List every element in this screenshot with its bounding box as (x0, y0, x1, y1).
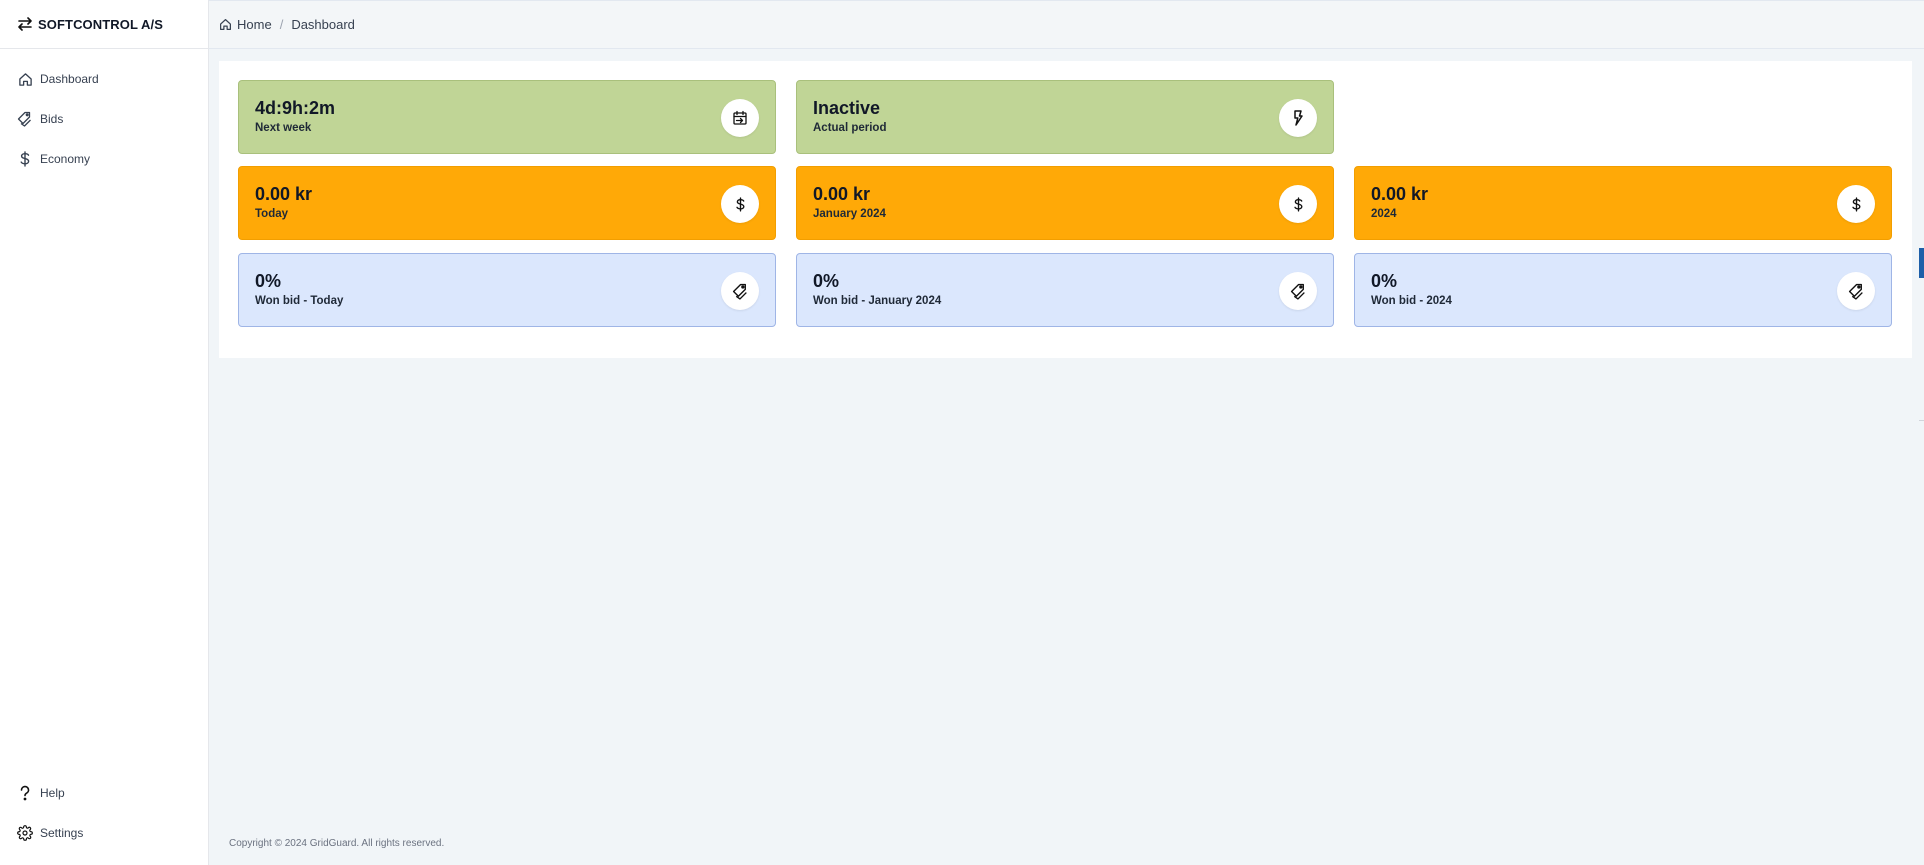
brand-name: SOFTCONTROL A/S (38, 16, 163, 32)
breadcrumb-home[interactable]: Home (219, 17, 272, 32)
card-value: 0.00 kr (1371, 184, 1429, 204)
home-icon (219, 18, 233, 32)
next-week-card: 4d:9h:2m Next week (238, 80, 776, 154)
revenue-year-card: 0.00 kr 2024 (1354, 166, 1892, 240)
breadcrumb-separator: / (279, 17, 284, 32)
sidebar-item-label: Settings (40, 826, 84, 840)
swap-arrows-icon (16, 15, 34, 33)
card-label: January 2024 (813, 208, 886, 220)
card-label: Won bid - Today (255, 295, 344, 307)
dollar-icon[interactable] (1279, 185, 1317, 223)
calendar-arrow-icon[interactable] (721, 99, 759, 137)
sidebar-nav: Dashboard Bids Economy (0, 49, 208, 179)
sidebar-item-bids[interactable]: Bids (0, 99, 208, 139)
card-value: 4d:9h:2m (255, 98, 336, 118)
sidebar: SOFTCONTROL A/S Dashboard Bids Economy H… (0, 0, 209, 865)
sidebar-item-help[interactable]: Help (0, 773, 208, 813)
won-bid-year-card: 0% Won bid - 2024 (1354, 253, 1892, 327)
tag-icon[interactable] (721, 272, 759, 310)
card-value: 0% (1371, 271, 1398, 291)
sidebar-item-label: Help (40, 786, 65, 800)
sidebar-item-label: Bids (40, 112, 64, 126)
breadcrumb-home-label: Home (237, 17, 272, 32)
side-feedback-tab[interactable] (1919, 248, 1924, 278)
card-label: Won bid - January 2024 (813, 295, 942, 307)
question-icon (16, 784, 34, 802)
won-bid-month-card: 0% Won bid - January 2024 (796, 253, 1334, 327)
revenue-today-card: 0.00 kr Today (238, 166, 776, 240)
actual-period-card: Inactive Actual period (796, 80, 1334, 154)
sidebar-item-dashboard[interactable]: Dashboard (0, 59, 208, 99)
card-value: 0.00 kr (255, 184, 313, 204)
card-value: Inactive (813, 98, 881, 118)
card-value: 0.00 kr (813, 184, 871, 204)
card-label: Actual period (813, 122, 887, 134)
edge-divider (1919, 420, 1924, 421)
lightning-icon[interactable] (1279, 99, 1317, 137)
breadcrumb-current: Dashboard (291, 17, 355, 32)
sidebar-item-settings[interactable]: Settings (0, 813, 208, 853)
dollar-icon[interactable] (1837, 185, 1875, 223)
sidebar-item-label: Economy (40, 152, 91, 166)
tag-icon[interactable] (1279, 272, 1317, 310)
card-label: Won bid - 2024 (1371, 295, 1452, 307)
gear-icon (16, 824, 34, 842)
dollar-icon (16, 150, 34, 168)
won-bid-today-card: 0% Won bid - Today (238, 253, 776, 327)
sidebar-bottom: Help Settings (0, 773, 208, 853)
breadcrumb: Home / Dashboard (219, 17, 355, 32)
tag-icon[interactable] (1837, 272, 1875, 310)
brand[interactable]: SOFTCONTROL A/S (0, 0, 208, 49)
tag-icon (16, 110, 34, 128)
card-label: Next week (255, 122, 312, 134)
card-label: 2024 (1371, 208, 1397, 220)
topbar: Home / Dashboard (209, 0, 1924, 49)
footer-copyright: Copyright © 2024 GridGuard. All rights r… (229, 838, 445, 849)
sidebar-item-economy[interactable]: Economy (0, 139, 208, 179)
dashboard-panel: 4d:9h:2m Next week Inactive Actual perio… (219, 61, 1912, 358)
revenue-month-card: 0.00 kr January 2024 (796, 166, 1334, 240)
card-value: 0% (813, 271, 840, 291)
card-label: Today (255, 208, 289, 220)
card-value: 0% (255, 271, 282, 291)
sidebar-item-label: Dashboard (40, 72, 99, 86)
dollar-icon[interactable] (721, 185, 759, 223)
home-icon (16, 70, 34, 88)
